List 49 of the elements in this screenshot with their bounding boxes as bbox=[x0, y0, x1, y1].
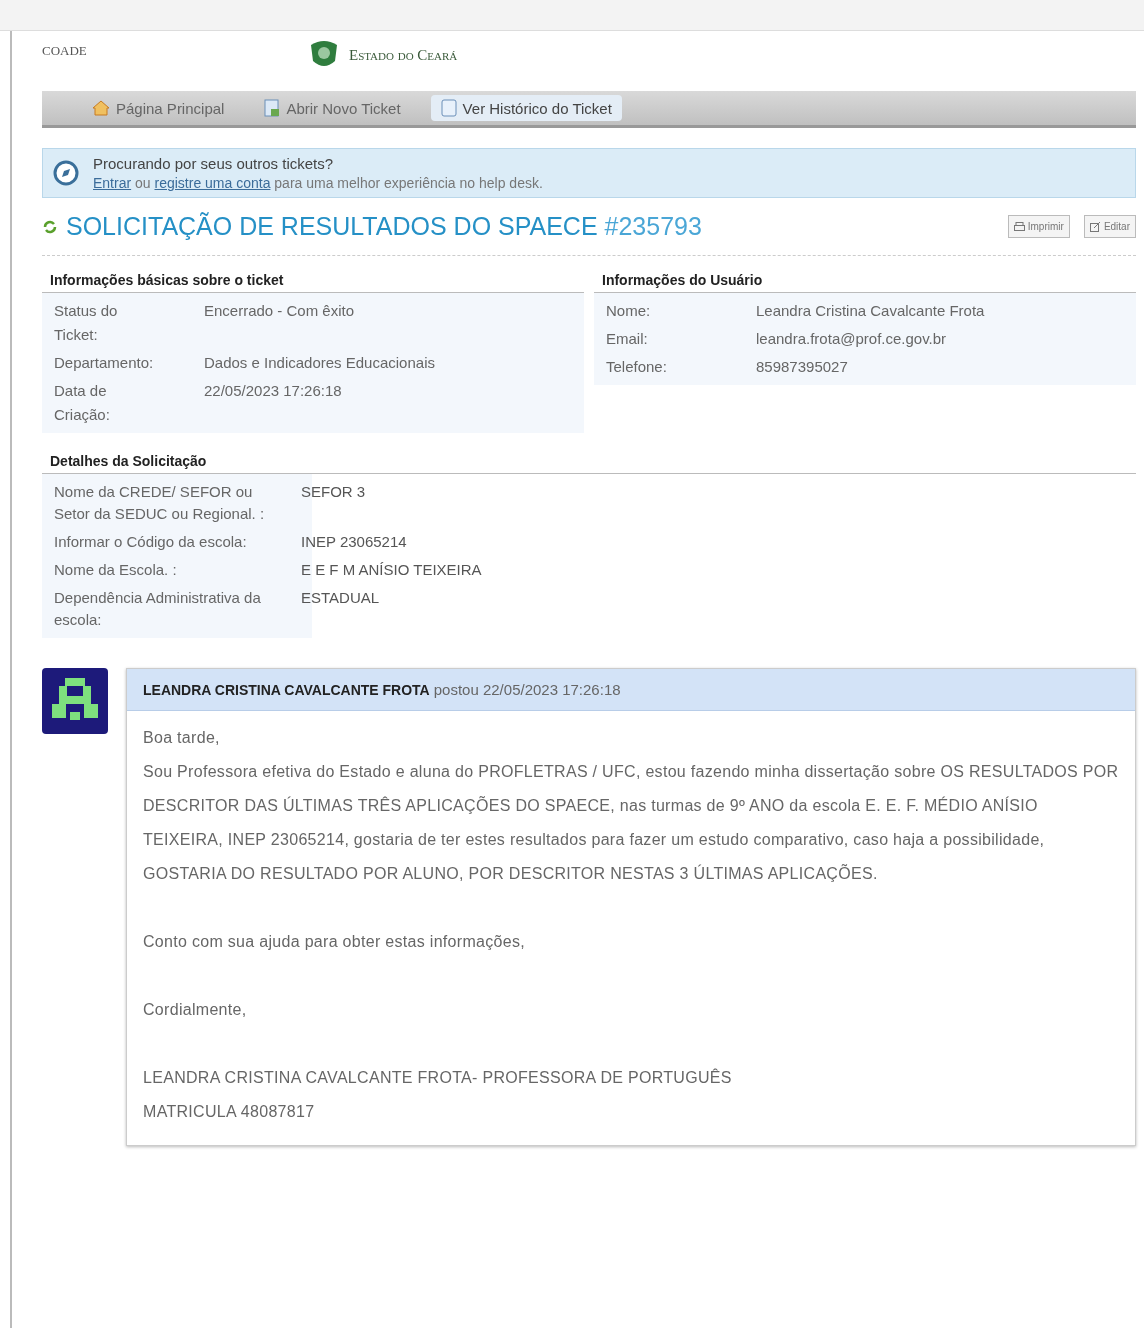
avatar-icon bbox=[42, 668, 108, 734]
nav-tab[interactable]: Ver Histórico do Ticket bbox=[430, 95, 622, 121]
field-value: SEFOR 3 bbox=[301, 482, 366, 502]
action-button[interactable]: Editar bbox=[1083, 215, 1136, 238]
notice-text: ou bbox=[135, 175, 151, 191]
message-author: LEANDRA CRISTINA CAVALCANTE FROTA bbox=[143, 682, 430, 698]
field-value: ESTADUAL bbox=[301, 588, 380, 608]
logo-title: Estado do Ceará bbox=[349, 46, 458, 64]
field-label: Email: bbox=[606, 329, 649, 349]
edit-icon bbox=[1089, 221, 1101, 232]
message-text: Boa tarde, bbox=[143, 728, 221, 748]
compass-icon bbox=[53, 160, 79, 186]
message-text: Cordialmente, bbox=[143, 1000, 248, 1020]
field-value: E E F M ANÍSIO TEIXEIRA bbox=[301, 560, 482, 580]
field-value: 22/05/2023 17:26:18 bbox=[204, 381, 342, 401]
field-value: INEP 23065214 bbox=[301, 532, 407, 552]
message-text: Sou Professora efetiva do Estado e aluna do PROFLETRAS / UFC, estou fazendo minha dissertação sobre OS RESULTADOS POR DESCRITOR DAS ÚLTIMAS TRÊS APLICAÇÕES DO SPAECE, nas turmas de 9º ANO da escola E. E. F. MÉDIO ANÍSIO TEIXEIRA, INEP 23065214, gostaria de ter estes resultados para fazer um estudo comparativo, caso haja a possibilidade, GOSTARIA DO RESULTADO POR ALUNO, POR DESCRITOR NESTAS 3 ÚLTIMAS APLICAÇÕES. bbox=[143, 762, 1119, 884]
field-label: Data de Criação: bbox=[54, 381, 111, 425]
action-button[interactable]: Imprimir bbox=[1007, 215, 1070, 238]
field-label: Status do Ticket: bbox=[54, 301, 119, 345]
login-link[interactable]: Entrar bbox=[93, 175, 132, 191]
field-value: 85987395027 bbox=[756, 357, 848, 377]
message-text: MATRICULA 48087817 bbox=[143, 1102, 316, 1122]
home-icon bbox=[92, 100, 110, 116]
department-name: COADE bbox=[42, 43, 88, 59]
field-label: Nome: bbox=[606, 301, 652, 321]
message-text: LEANDRA CRISTINA CAVALCANTE FROTA- PROFESSORA DE PORTUGUÊS bbox=[143, 1067, 733, 1088]
field-value: Leandra Cristina Cavalcante Frota bbox=[756, 301, 985, 321]
document-icon bbox=[440, 99, 457, 117]
field-label: Departamento: bbox=[54, 353, 154, 373]
register-link[interactable]: registre uma conta bbox=[154, 175, 271, 191]
refresh-icon bbox=[42, 218, 58, 235]
nav-tab[interactable]: Página Principal bbox=[82, 95, 235, 121]
notice-title: Procurando por seus outros tickets? bbox=[93, 155, 335, 172]
printer-icon bbox=[1013, 221, 1025, 232]
field-value: Encerrado - Com êxito bbox=[204, 301, 355, 321]
field-label: Telefone: bbox=[606, 357, 668, 377]
field-label: Nome da Escola. : bbox=[54, 560, 178, 580]
posted-time: postou 22/05/2023 17:26:18 bbox=[433, 681, 621, 698]
field-label: Dependência Administrativa da escola: bbox=[54, 588, 262, 630]
field-value: Dados e Indicadores Educacionais bbox=[204, 353, 435, 373]
ticket-title: SOLICITAÇÃO DE RESULTADOS DO SPAECE #235793 bbox=[66, 212, 703, 241]
field-value: leandra.frota@prof.ce.gov.br bbox=[756, 329, 947, 349]
nav-tab[interactable]: Abrir Novo Ticket bbox=[254, 95, 411, 121]
notice-text: para uma melhor experiência no help desk. bbox=[274, 175, 543, 191]
message-text: Conto com sua ajuda para obter estas informações, bbox=[143, 932, 526, 952]
field-label: Nome da CREDE/ SEFOR ou Setor da SEDUC ou Regional. : bbox=[54, 482, 266, 524]
field-label: Informar o Código da escola: bbox=[54, 532, 248, 552]
document-plus-icon bbox=[264, 99, 281, 117]
